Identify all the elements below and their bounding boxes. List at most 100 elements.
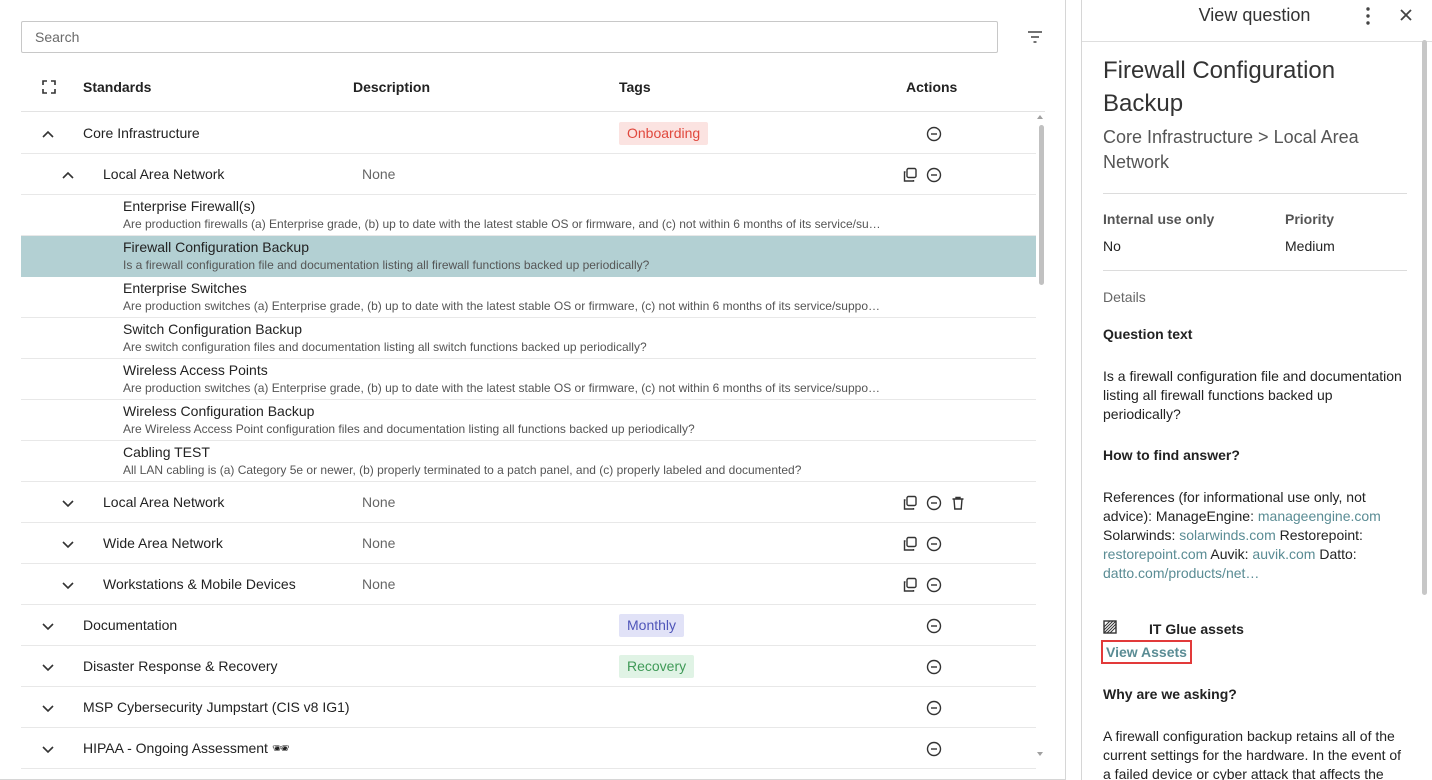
filter-icon[interactable] — [1026, 28, 1044, 46]
link-restorepoint[interactable]: restorepoint.com — [1103, 546, 1207, 562]
chevron-down-icon[interactable] — [60, 577, 76, 593]
assets-icon — [1103, 620, 1117, 634]
link-solarwinds[interactable]: solarwinds.com — [1179, 527, 1275, 543]
table-row[interactable]: HIPAA - Ongoing Assessment 🕶 — [21, 728, 1036, 769]
table-row[interactable]: Disaster Response & Recovery Recovery — [21, 646, 1036, 687]
copy-icon[interactable] — [902, 167, 918, 183]
how-to-find-heading: How to find answer? — [1103, 447, 1240, 463]
tag-onboarding: Onboarding — [619, 122, 709, 145]
scroll-down-arrow[interactable] — [1037, 752, 1043, 756]
chevron-up-icon[interactable] — [60, 167, 76, 183]
question-subtitle: Are Wireless Access Point configuration … — [123, 422, 695, 436]
table-row[interactable]: Local Area Network None — [21, 482, 1036, 523]
table-row[interactable]: Documentation Monthly — [21, 605, 1036, 646]
remove-circle-icon[interactable] — [926, 495, 942, 511]
table-row[interactable]: Workstations & Mobile Devices None — [21, 564, 1036, 605]
column-header-description[interactable]: Description — [353, 79, 430, 95]
column-header-actions: Actions — [906, 79, 958, 95]
group-description: None — [362, 576, 396, 592]
view-question-panel: View question Firewall Configuration Bac… — [1081, 0, 1432, 780]
detail-scrollbar-thumb[interactable] — [1422, 40, 1427, 595]
question-title: Cabling TEST — [123, 444, 210, 460]
link-auvik[interactable]: auvik.com — [1252, 546, 1315, 562]
standards-panel: Standards Description Tags Actions Core … — [0, 0, 1066, 780]
remove-circle-icon[interactable] — [926, 659, 942, 675]
question-row[interactable]: Enterprise Switches Are production switc… — [21, 277, 1036, 318]
search-input[interactable] — [21, 21, 998, 53]
table-row[interactable]: MSP Cybersecurity Jumpstart (CIS v8 IG1) — [21, 687, 1036, 728]
remove-circle-icon[interactable] — [926, 618, 942, 634]
chevron-down-icon[interactable] — [40, 618, 56, 634]
question-title: Wireless Access Points — [123, 362, 268, 378]
why-asking-text: A firewall configuration backup retains … — [1103, 728, 1402, 780]
divider — [1103, 270, 1407, 271]
group-name: Local Area Network — [103, 494, 225, 510]
view-assets-link[interactable]: View Assets — [1101, 640, 1192, 664]
references-text-part: Solarwinds: — [1103, 527, 1180, 543]
question-title: Switch Configuration Backup — [123, 321, 302, 337]
group-name: HIPAA - Ongoing Assessment 🕶 — [83, 740, 290, 756]
copy-icon[interactable] — [902, 536, 918, 552]
group-name: MSP Cybersecurity Jumpstart (CIS v8 IG1) — [83, 699, 350, 715]
question-title: Firewall Configuration Backup — [123, 239, 309, 255]
question-row-selected[interactable]: Firewall Configuration Backup Is a firew… — [21, 236, 1036, 277]
remove-circle-icon[interactable] — [926, 741, 942, 757]
group-description: None — [362, 535, 396, 551]
chevron-down-icon[interactable] — [40, 700, 56, 716]
group-name: Core Infrastructure — [83, 125, 200, 141]
column-header-standards[interactable]: Standards — [83, 79, 151, 95]
trash-icon[interactable] — [950, 495, 966, 511]
references-text-part: Restorepoint: — [1275, 527, 1363, 543]
tag-recovery: Recovery — [619, 655, 695, 678]
close-icon[interactable] — [1398, 7, 1414, 23]
link-datto[interactable]: datto.com/products/net… — [1103, 565, 1259, 581]
question-subtitle: Are production firewalls (a) Enterprise … — [123, 217, 883, 231]
question-row[interactable]: Switch Configuration Backup Are switch c… — [21, 318, 1036, 359]
internal-use-value: No — [1103, 238, 1121, 254]
chevron-down-icon[interactable] — [40, 659, 56, 675]
priority-value: Medium — [1285, 238, 1335, 254]
question-subtitle: Is a firewall configuration file and doc… — [123, 258, 650, 272]
question-breadcrumb: Core Infrastructure > Local Area Network — [1103, 127, 1359, 172]
table-row[interactable]: Local Area Network None — [21, 154, 1036, 195]
references-text-part: Auvik: — [1207, 546, 1253, 562]
chevron-down-icon[interactable] — [60, 536, 76, 552]
chevron-down-icon[interactable] — [60, 495, 76, 511]
remove-circle-icon[interactable] — [926, 577, 942, 593]
question-row[interactable]: Enterprise Firewall(s) Are production fi… — [21, 195, 1036, 236]
question-title: Enterprise Firewall(s) — [123, 198, 256, 214]
expand-all-icon[interactable] — [42, 80, 56, 94]
priority-label: Priority — [1285, 211, 1335, 227]
question-row[interactable]: Wireless Access Points Are production sw… — [21, 359, 1036, 400]
scroll-up-arrow[interactable] — [1037, 115, 1043, 119]
remove-circle-icon[interactable] — [926, 700, 942, 716]
chevron-down-icon[interactable] — [40, 741, 56, 757]
remove-circle-icon[interactable] — [926, 126, 942, 142]
column-header-tags[interactable]: Tags — [619, 79, 651, 95]
group-name: Local Area Network — [103, 166, 225, 182]
copy-icon[interactable] — [902, 495, 918, 511]
group-name: Documentation — [83, 617, 178, 633]
details-label: Details — [1103, 289, 1146, 305]
chevron-up-icon[interactable] — [40, 126, 56, 142]
group-name: Disaster Response & Recovery — [83, 658, 278, 674]
kebab-menu-icon[interactable] — [1360, 6, 1376, 26]
question-row[interactable]: Wireless Configuration Backup Are Wirele… — [21, 400, 1036, 441]
copy-icon[interactable] — [902, 577, 918, 593]
table-row[interactable]: Core Infrastructure Onboarding — [21, 113, 1036, 154]
table-scrollbar-thumb[interactable] — [1039, 125, 1044, 285]
question-title: Wireless Configuration Backup — [123, 403, 315, 419]
question-row[interactable]: Cabling TEST All LAN cabling is (a) Cate… — [21, 441, 1036, 482]
question-title: Firewall Configuration Backup — [1103, 57, 1336, 117]
link-manageengine[interactable]: manageengine.com — [1258, 508, 1381, 524]
remove-circle-icon[interactable] — [926, 536, 942, 552]
remove-circle-icon[interactable] — [926, 167, 942, 183]
why-asking-heading: Why are we asking? — [1103, 686, 1237, 702]
panel-header: View question — [1082, 0, 1432, 42]
question-subtitle: Are production switches (a) Enterprise g… — [123, 381, 883, 395]
references-text-part: Datto: — [1315, 546, 1357, 562]
question-text: Is a firewall configuration file and doc… — [1103, 368, 1402, 422]
standards-table-body: Core Infrastructure Onboarding Local Are… — [21, 113, 1036, 780]
question-title: Enterprise Switches — [123, 280, 247, 296]
table-row[interactable]: Wide Area Network None — [21, 523, 1036, 564]
